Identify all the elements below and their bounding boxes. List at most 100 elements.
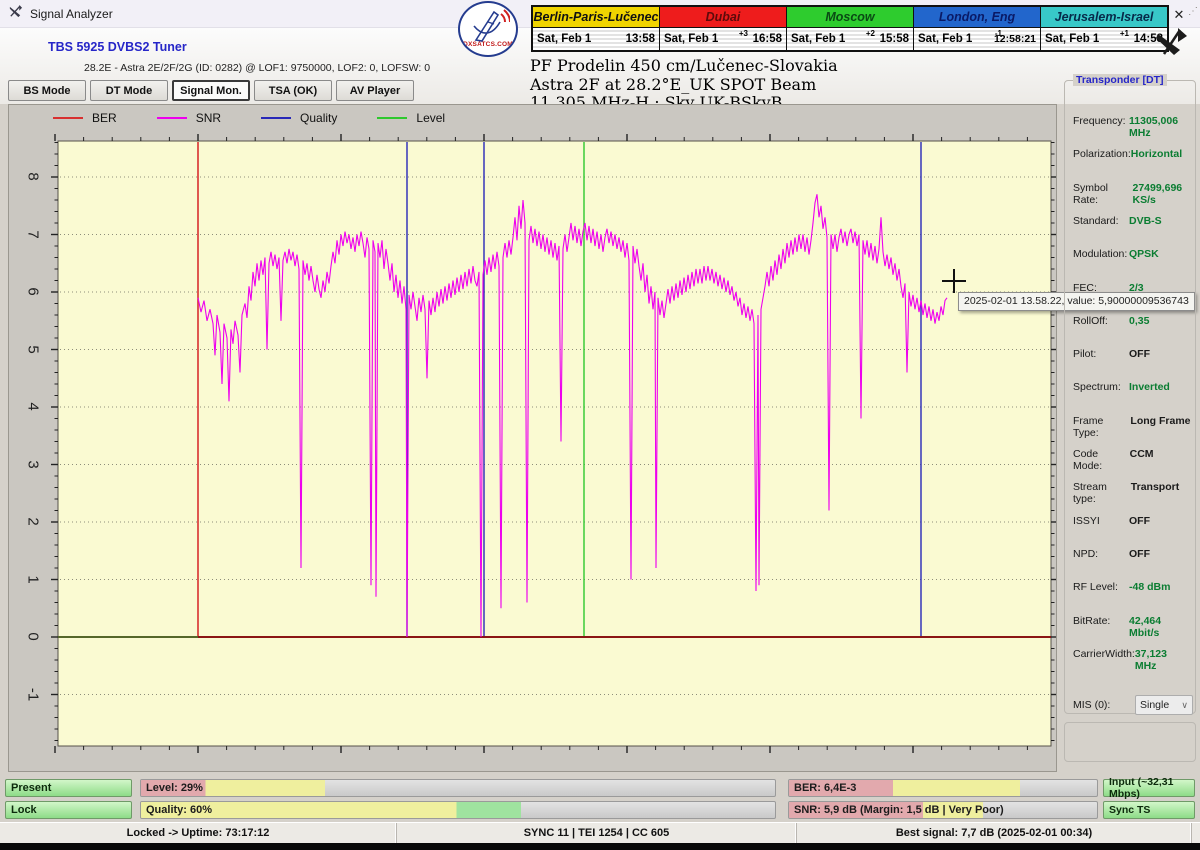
transponder-label: CarrierWidth: <box>1073 647 1135 660</box>
y-axis-tick-label: -1 <box>24 687 42 701</box>
clock-city: Moscow <box>787 7 913 28</box>
clock-moscow: Moscow Sat, Feb 1 +2 15:58 <box>787 7 913 50</box>
transponder-value: 37,123 MHz <box>1134 647 1167 672</box>
y-axis-tick-label: 2 <box>24 517 42 526</box>
tab-tsa-ok-[interactable]: TSA (OK) <box>254 80 332 101</box>
transponder-value: 27499,696 KS/s <box>1132 181 1183 206</box>
progress-label: BER: 6,4E-3 <box>794 782 857 794</box>
transponder-label: Spectrum: <box>1073 381 1121 394</box>
transponder-value: QPSK <box>1129 248 1159 261</box>
transponder-label: RollOff: <box>1073 314 1108 327</box>
y-axis-tick-label: 1 <box>24 574 42 584</box>
window-title: Signal Analyzer <box>30 6 113 21</box>
mis-row: MIS (0): Single ∨ <box>1073 695 1193 715</box>
mouse-cursor-dish-icon <box>1154 28 1188 63</box>
transponder-value: 2/3 <box>1129 281 1144 294</box>
transponder-row-frequency-: Frequency: 11305,006 MHz <box>1073 115 1191 139</box>
mis-dropdown[interactable]: Single ∨ <box>1135 695 1193 715</box>
transponder-row-stream-type-: Stream type: Transport <box>1073 481 1191 505</box>
transponder-label: Standard: <box>1073 214 1119 227</box>
transponder-value: 42,464 Mbit/s <box>1129 614 1162 639</box>
statusbar-section-1: SYNC 11 | TEI 1254 | CC 605 <box>397 823 797 843</box>
transponder-value: 0,35 <box>1129 314 1150 327</box>
transponder-row-rf-level-: RF Level: -48 dBm <box>1073 581 1191 593</box>
y-axis-tick-label: 8 <box>24 172 42 181</box>
clock-berlin-paris-lu-enec: Berlin-Paris-Lučenec Sat, Feb 1 13:58 <box>533 7 659 50</box>
tab-dt-mode[interactable]: DT Mode <box>90 80 168 101</box>
clock-city: Dubai <box>660 7 786 28</box>
transponder-label: RF Level: <box>1073 581 1118 594</box>
y-axis-tick-label: 4 <box>24 402 42 411</box>
indicator-input-32-31-mbps-: Input (~32,31 Mbps) <box>1103 776 1195 800</box>
transponder-value: OFF <box>1129 547 1150 560</box>
dxsatcs-logo: DXSATCS.COM <box>458 1 518 57</box>
clock-datetime: Sat, Feb 1 -1 12:58:21 <box>914 28 1040 50</box>
transponder-value: Long Frame <box>1130 414 1191 427</box>
statusbar-section-2: Best signal: 7,7 dB (2025-02-01 00:34) <box>797 823 1192 843</box>
progress-bar-ber: BER: 6,4E-3 <box>788 779 1098 797</box>
transponder-label: BitRate: <box>1073 614 1111 627</box>
chevron-down-icon: ∨ <box>1181 699 1188 710</box>
transponder-panel: Transponder [DT] Frequency: 11305,006 MHz… <box>1064 74 1196 715</box>
tuner-title: TBS 5925 DVBS2 Tuner <box>48 40 187 54</box>
mis-selected-value: Single <box>1140 699 1170 711</box>
status-bar: Locked -> Uptime: 73:17:12 SYNC 11 | TEI … <box>0 822 1200 843</box>
mode-tabs: BS Mode DT Mode Signal Mon. TSA (OK) AV Play… <box>8 80 414 101</box>
clock-datetime: Sat, Feb 1 +1 14:58 <box>1041 28 1167 50</box>
statusbar-section-0: Locked -> Uptime: 73:17:12 <box>0 823 397 843</box>
transponder-value: OFF <box>1129 348 1150 361</box>
progress-label: Level: 29% <box>146 782 203 794</box>
transponder-row-modulation-: Modulation: QPSK <box>1073 248 1191 260</box>
annotation-line: PF Prodelin 450 cm/Lučenec-Slovakia <box>530 56 838 75</box>
transponder-row-issyi: ISSYI OFF <box>1073 515 1191 527</box>
transponder-label: Modulation: <box>1073 248 1128 261</box>
signal-chart-panel: BER SNR Quality Level -1 0 1 2 3 4 5 6 7 8 2025-02-0… <box>8 104 1195 772</box>
y-axis-tick-label: 3 <box>24 459 42 469</box>
y-axis-tick-label: 0 <box>24 632 42 641</box>
clock-datetime: Sat, Feb 1 +3 16:58 <box>660 28 786 50</box>
transponder-row-npd-: NPD: OFF <box>1073 548 1191 560</box>
transponder-label: FEC: <box>1073 281 1097 294</box>
clock-city: Jerusalem-Israel <box>1041 7 1167 28</box>
transponder-row-standard-: Standard: DVB-S <box>1073 215 1191 227</box>
transponder-label: Pilot: <box>1073 348 1097 361</box>
clock-city: London, Eng <box>914 7 1040 28</box>
transponder-row-fec-: FEC: 2/3 <box>1073 282 1191 294</box>
app-dish-icon <box>8 4 23 24</box>
clock-datetime: Sat, Feb 1 +2 15:58 <box>787 28 913 50</box>
transponder-label: Frequency: <box>1073 115 1126 127</box>
bottom-black-strip <box>0 843 1200 850</box>
resize-grip-icon[interactable]: ⋰ <box>1188 6 1198 17</box>
tab-signal-mon-[interactable]: Signal Mon. <box>172 80 250 101</box>
transponder-row-frame-type-: Frame Type: Long Frame <box>1073 415 1191 439</box>
transponder-value: OFF <box>1129 514 1150 527</box>
transponder-value: Transport <box>1130 481 1180 494</box>
mis-label: MIS (0): <box>1073 699 1111 711</box>
transponder-label: Frame Type: <box>1073 414 1104 439</box>
tab-av-player[interactable]: AV Player <box>336 80 414 101</box>
transponder-panel-title: Transponder [DT] <box>1073 74 1167 86</box>
y-axis-tick-label: 6 <box>24 287 42 296</box>
transponder-row-bitrate-: BitRate: 42,464 Mbit/s <box>1073 615 1191 639</box>
progress-label: SNR: 5,9 dB (Margin: 1,5 dB | Very Poor) <box>794 804 1004 816</box>
transponder-label: Polarization: <box>1073 148 1131 161</box>
tab-bs-mode[interactable]: BS Mode <box>8 80 86 101</box>
signal-history-chart[interactable] <box>9 105 1056 771</box>
transponder-row-symbol-rate-: Symbol Rate: 27499,696 KS/s <box>1073 182 1191 206</box>
transponder-value: CCM <box>1129 448 1154 460</box>
transponder-row-rolloff-: RollOff: 0,35 <box>1073 315 1191 327</box>
clock-city: Berlin-Paris-Lučenec <box>533 7 659 28</box>
tuner-subtitle: 28.2E - Astra 2E/2F/2G (ID: 0282) @ LOF1… <box>84 62 431 74</box>
empty-group-box <box>1064 722 1196 762</box>
y-axis-tick-label: 5 <box>24 344 42 354</box>
transponder-label: NPD: <box>1073 547 1099 560</box>
close-icon[interactable]: ✕ <box>1168 6 1190 24</box>
transponder-label: Stream type: <box>1073 481 1107 506</box>
y-axis-tick-label: 7 <box>24 229 42 239</box>
clock-jerusalem-israel: Jerusalem-Israel Sat, Feb 1 +1 14:58 <box>1041 7 1167 50</box>
transponder-row-carrierwidth-: CarrierWidth: 37,123 MHz <box>1073 648 1191 672</box>
transponder-value: Inverted <box>1129 381 1170 394</box>
transponder-value: DVB-S <box>1129 214 1162 227</box>
clock-london-eng: London, Eng Sat, Feb 1 -1 12:58:21 <box>914 7 1040 50</box>
transponder-row-pilot-: Pilot: OFF <box>1073 348 1191 360</box>
